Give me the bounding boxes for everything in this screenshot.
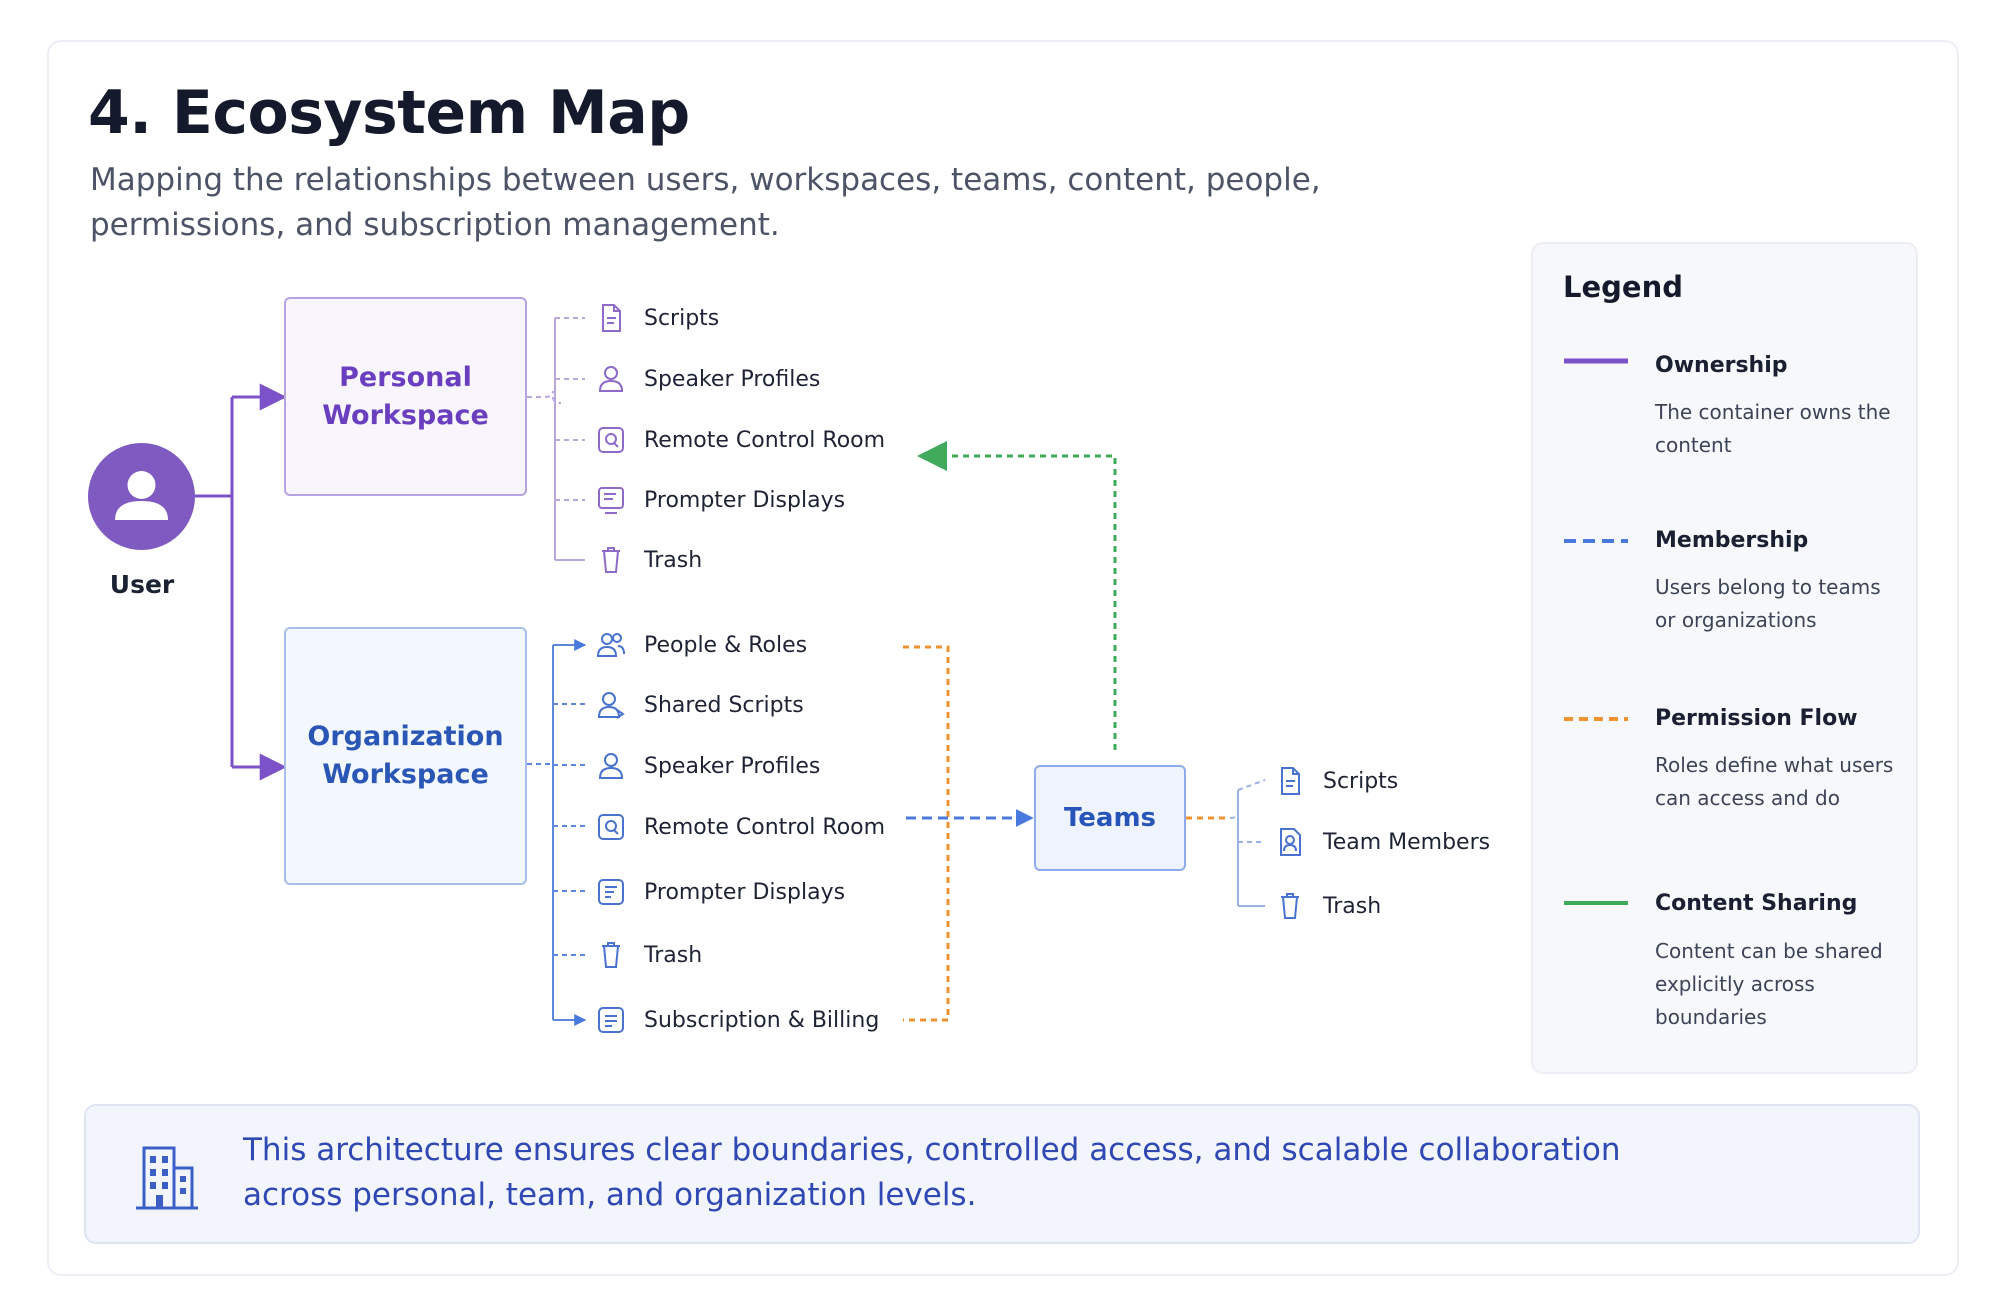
shared-person-icon bbox=[594, 688, 628, 722]
legend-swatch-permission-flow bbox=[1564, 717, 1628, 721]
personal-item-label: Speaker Profiles bbox=[644, 366, 821, 392]
legend-desc-membership: Users belong to teams or organizations bbox=[1655, 575, 1881, 632]
teams-item-label: Scripts bbox=[1323, 768, 1399, 794]
person-icon bbox=[594, 749, 628, 783]
teams-item-label: Trash bbox=[1323, 893, 1382, 919]
remote-icon bbox=[594, 423, 628, 457]
personal-workspace-box[interactable]: Personal Workspace bbox=[284, 297, 527, 496]
trash-icon bbox=[594, 938, 628, 972]
people-icon bbox=[594, 628, 628, 662]
teams-item-team-members[interactable]: Team Members bbox=[1273, 825, 1490, 859]
legend-title: Legend bbox=[1563, 270, 1683, 304]
personal-item-label: Trash bbox=[644, 547, 703, 573]
trash-icon bbox=[594, 543, 628, 577]
personal-tree-lines bbox=[527, 317, 585, 561]
legend-swatch-content-sharing bbox=[1564, 901, 1628, 905]
org-item-subscription-billing[interactable]: Subscription & Billing bbox=[594, 1003, 879, 1037]
document-icon bbox=[1273, 764, 1307, 798]
person-icon bbox=[594, 362, 628, 396]
legend-desc-content-sharing: Content can be shared explicitly across … bbox=[1655, 939, 1883, 1029]
org-item-prompter-displays[interactable]: Prompter Displays bbox=[594, 875, 845, 909]
legend-name-ownership: Ownership bbox=[1655, 353, 1788, 378]
personal-workspace-title-line2: Workspace bbox=[322, 399, 489, 431]
legend-name-permission-flow: Permission Flow bbox=[1655, 706, 1858, 731]
org-item-label: Shared Scripts bbox=[644, 692, 804, 718]
org-item-label: Prompter Displays bbox=[644, 879, 846, 905]
billing-icon bbox=[594, 1003, 628, 1037]
org-item-label: People & Roles bbox=[644, 632, 808, 658]
legend-name-membership: Membership bbox=[1655, 528, 1809, 553]
teams-box[interactable]: Teams bbox=[1034, 765, 1186, 871]
org-item-label: Trash bbox=[644, 942, 703, 968]
personal-workspace-title-line1: Personal bbox=[339, 361, 472, 393]
legend-swatch-membership bbox=[1564, 539, 1628, 543]
teams-label: Teams bbox=[1063, 803, 1157, 833]
personal-item-scripts[interactable]: Scripts bbox=[594, 301, 719, 335]
organization-workspace-title-line2: Workspace bbox=[322, 759, 489, 790]
ownership-lines bbox=[195, 383, 287, 781]
teams-item-label: Team Members bbox=[1323, 829, 1491, 855]
display-icon bbox=[594, 875, 628, 909]
org-item-label: Remote Control Room bbox=[644, 814, 886, 840]
member-card-icon bbox=[1273, 825, 1307, 859]
org-item-people-roles[interactable]: People & Roles bbox=[594, 628, 807, 662]
teams-item-scripts[interactable]: Scripts bbox=[1273, 764, 1398, 798]
legend-desc-ownership: The container owns the content bbox=[1655, 400, 1891, 457]
document-icon bbox=[594, 301, 628, 335]
org-item-shared-scripts[interactable]: Shared Scripts bbox=[594, 688, 804, 722]
org-item-trash[interactable]: Trash bbox=[594, 938, 702, 972]
personal-item-label: Remote Control Room bbox=[644, 427, 886, 453]
teams-tree-lines bbox=[1229, 779, 1266, 907]
personal-item-prompter-displays[interactable]: Prompter Displays bbox=[594, 483, 845, 517]
user-label: User bbox=[109, 570, 175, 599]
personal-item-label: Prompter Displays bbox=[644, 487, 846, 513]
org-item-remote-control-room[interactable]: Remote Control Room bbox=[594, 810, 885, 844]
trash-icon bbox=[1273, 889, 1307, 923]
legend-name-content-sharing: Content Sharing bbox=[1655, 891, 1858, 916]
organization-workspace-title-line1: Organization bbox=[307, 721, 504, 752]
personal-item-remote-control-room[interactable]: Remote Control Room bbox=[594, 423, 885, 457]
legend-swatch-ownership bbox=[1564, 358, 1628, 364]
org-item-label: Speaker Profiles bbox=[644, 753, 821, 779]
building-icon bbox=[136, 1146, 198, 1210]
user-icon bbox=[115, 471, 168, 520]
display-icon bbox=[594, 483, 628, 517]
legend-desc-permission-flow: Roles define what users can access and d… bbox=[1655, 753, 1894, 810]
org-item-label: Subscription & Billing bbox=[644, 1007, 880, 1033]
org-item-speaker-profiles[interactable]: Speaker Profiles bbox=[594, 749, 820, 783]
personal-item-speaker-profiles[interactable]: Speaker Profiles bbox=[594, 362, 820, 396]
personal-item-label: Scripts bbox=[644, 305, 720, 331]
personal-item-trash[interactable]: Trash bbox=[594, 543, 702, 577]
remote-icon bbox=[594, 810, 628, 844]
user-avatar bbox=[88, 443, 195, 550]
teams-item-trash[interactable]: Trash bbox=[1273, 889, 1381, 923]
footer-note: This architecture ensures clear boundari… bbox=[243, 1132, 1621, 1213]
organization-tree-lines bbox=[527, 639, 587, 1026]
organization-workspace-box[interactable]: Organization Workspace bbox=[284, 627, 527, 885]
